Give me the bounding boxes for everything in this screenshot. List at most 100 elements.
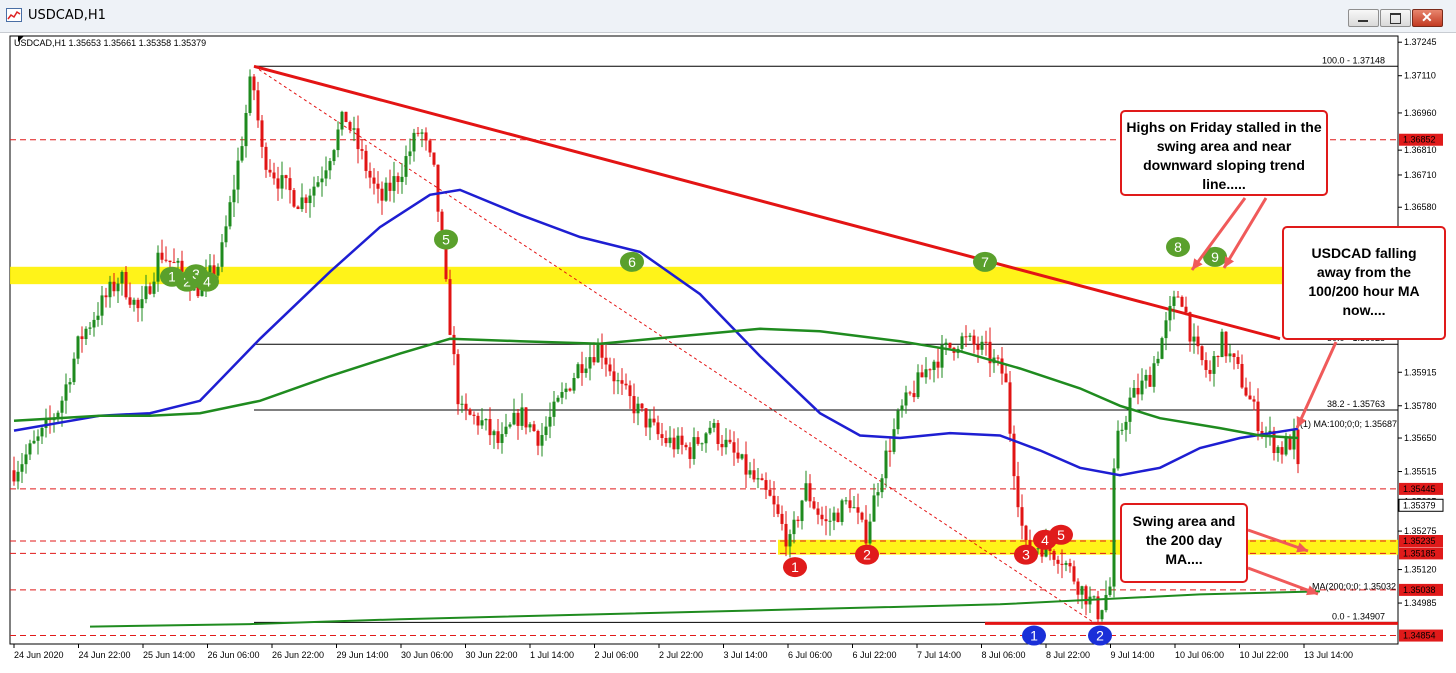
candle-body xyxy=(848,500,852,509)
candle-body xyxy=(516,412,520,426)
candle-body xyxy=(924,369,928,378)
level-price-label: 1.35038 xyxy=(1403,585,1436,595)
candle-body xyxy=(1092,596,1096,598)
candle-body xyxy=(692,437,696,459)
maximize-button[interactable] xyxy=(1380,9,1411,27)
candle-body xyxy=(1220,331,1224,358)
candle-body xyxy=(904,392,908,406)
close-button[interactable]: ✕ xyxy=(1412,9,1443,27)
blue-marker-label: 1 xyxy=(1030,628,1038,644)
candle-body xyxy=(768,489,772,496)
green-marker-label: 8 xyxy=(1174,239,1182,255)
candle-body xyxy=(16,471,20,482)
candle-body xyxy=(972,335,976,345)
candle-body xyxy=(748,470,752,475)
candle-body xyxy=(44,418,48,428)
candle-body xyxy=(348,122,352,130)
candle-body xyxy=(640,403,644,409)
candle-body xyxy=(1224,331,1228,357)
fib-label: 100.0 - 1.37148 xyxy=(1322,55,1385,65)
candle-body xyxy=(1296,429,1300,465)
candle-body xyxy=(228,202,232,227)
x-tick-label: 10 Jul 22:00 xyxy=(1240,650,1289,660)
candle-body xyxy=(364,150,368,171)
candle-body xyxy=(608,364,612,372)
candle-body xyxy=(872,495,876,522)
x-tick-label: 26 Jun 22:00 xyxy=(272,650,324,660)
candle-body xyxy=(28,443,32,455)
candle-body xyxy=(376,183,380,189)
candle-body xyxy=(1060,563,1064,565)
x-tick-label: 29 Jun 14:00 xyxy=(337,650,389,660)
candle-body xyxy=(916,372,920,398)
candle-body xyxy=(328,161,332,171)
candle-body xyxy=(560,392,564,398)
candle-body xyxy=(836,512,840,522)
candle-body xyxy=(344,111,348,123)
candle-body xyxy=(792,519,796,535)
candle-body xyxy=(568,388,572,391)
candle-body xyxy=(480,420,484,426)
candle-body xyxy=(616,380,620,382)
y-tick-label: 1.37245 xyxy=(1404,37,1437,47)
candle-body xyxy=(500,434,504,443)
candle-body xyxy=(968,335,972,337)
red-marker-label: 4 xyxy=(1041,532,1049,548)
candle-body xyxy=(636,403,640,414)
candle-body xyxy=(552,401,556,417)
candle-body xyxy=(676,435,680,450)
candle-body xyxy=(1068,563,1072,567)
candle-body xyxy=(472,414,476,416)
x-tick-label: 30 Jun 22:00 xyxy=(466,650,518,660)
x-tick-label: 8 Jul 06:00 xyxy=(982,650,1026,660)
candle-body xyxy=(512,412,516,425)
candle-body xyxy=(264,146,268,170)
candle-body xyxy=(24,454,28,465)
candle-body xyxy=(1160,338,1164,359)
candle-body xyxy=(496,431,500,443)
candle-body xyxy=(708,427,712,434)
candle-body xyxy=(880,478,884,493)
candle-body xyxy=(64,384,68,401)
candle-body xyxy=(1080,586,1084,595)
candle-body xyxy=(596,344,600,363)
x-tick-label: 24 Jun 22:00 xyxy=(79,650,131,660)
y-tick-label: 1.36810 xyxy=(1404,145,1437,155)
x-tick-label: 25 Jun 14:00 xyxy=(143,650,195,660)
candle-body xyxy=(896,410,900,430)
x-tick-label: 8 Jul 22:00 xyxy=(1046,650,1090,660)
red-marker-label: 5 xyxy=(1057,527,1065,543)
candle-body xyxy=(1180,296,1184,307)
ma100-label: (1) MA:100;0;0; 1.35687 xyxy=(1300,419,1397,429)
x-tick-label: 30 Jun 06:00 xyxy=(401,650,453,660)
candle-body xyxy=(352,128,356,130)
y-tick-label: 1.36960 xyxy=(1404,108,1437,118)
candle-body xyxy=(36,436,40,441)
candle-body xyxy=(1280,447,1284,455)
candle-body xyxy=(144,286,148,300)
candle xyxy=(1112,458,1116,598)
x-tick-label: 9 Jul 14:00 xyxy=(1111,650,1155,660)
candle-body xyxy=(428,140,432,153)
last-price-label: 1.35379 xyxy=(1403,500,1436,510)
candle-body xyxy=(460,403,464,405)
candle-body xyxy=(828,520,832,522)
candle-body xyxy=(1084,586,1088,605)
candle-body xyxy=(284,175,288,179)
candle-body xyxy=(556,397,560,402)
candle xyxy=(448,269,452,336)
candle-body xyxy=(416,132,420,134)
candle-body xyxy=(1132,387,1136,398)
x-tick-label: 7 Jul 14:00 xyxy=(917,650,961,660)
y-tick-label: 1.35275 xyxy=(1404,526,1437,536)
x-tick-label: 1 Jul 14:00 xyxy=(530,650,574,660)
red-marker: 2 xyxy=(855,544,879,565)
candle-body xyxy=(1248,395,1252,400)
y-tick-label: 1.35650 xyxy=(1404,433,1437,443)
window-title: USDCAD,H1 xyxy=(28,8,106,23)
candle-body xyxy=(1104,594,1108,611)
candle-body xyxy=(1196,336,1200,347)
candle-body xyxy=(84,328,88,340)
candle-body xyxy=(1108,586,1112,595)
minimize-button[interactable] xyxy=(1348,9,1379,27)
